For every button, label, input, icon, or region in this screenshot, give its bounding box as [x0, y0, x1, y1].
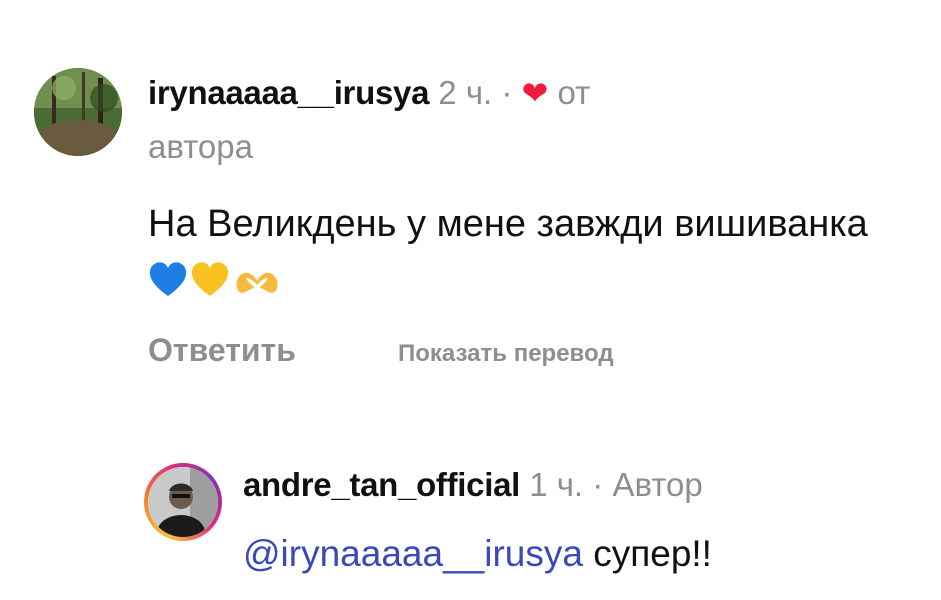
reply-button[interactable]: Ответить	[148, 332, 296, 368]
show-translation-button[interactable]: Показать перевод	[398, 340, 614, 368]
author-avatar[interactable]	[148, 467, 218, 537]
blue-heart-icon	[148, 258, 188, 314]
comment-time: 2 ч.	[438, 74, 493, 111]
mention-link[interactable]: @irynaaaaa__irusya	[243, 533, 583, 574]
comment-text: На Великдень у мене завжди вишиванка	[148, 203, 868, 245]
reply-text: супер!!	[593, 533, 712, 574]
author-username[interactable]: andre_tan_official	[243, 466, 520, 503]
author-avatar-ring[interactable]	[144, 463, 222, 541]
reply-body: @irynaaaaa__irusya супер!!	[243, 533, 712, 575]
heart-hands-icon	[232, 258, 282, 314]
liked-by-author-suffix: автора	[148, 128, 253, 165]
comment-body: На Великдень у мене завжди вишиванка	[148, 196, 868, 314]
comment-actions: Ответить Показать перевод	[148, 332, 614, 369]
separator: ·	[592, 466, 604, 503]
comment-header: irynaaaaa__irusya 2 ч. · ❤ от	[148, 74, 590, 112]
commenter-avatar[interactable]	[34, 68, 122, 156]
author-badge: Автор	[612, 466, 703, 503]
separator: ·	[501, 74, 513, 111]
liked-by-author-prefix: от	[557, 74, 591, 111]
reply-header: andre_tan_official 1 ч. · Автор	[243, 466, 703, 504]
yellow-heart-icon	[188, 258, 232, 314]
reply-time: 1 ч.	[529, 466, 584, 503]
commenter-username[interactable]: irynaaaaa__irusya	[148, 74, 429, 111]
heart-icon: ❤	[521, 75, 549, 111]
